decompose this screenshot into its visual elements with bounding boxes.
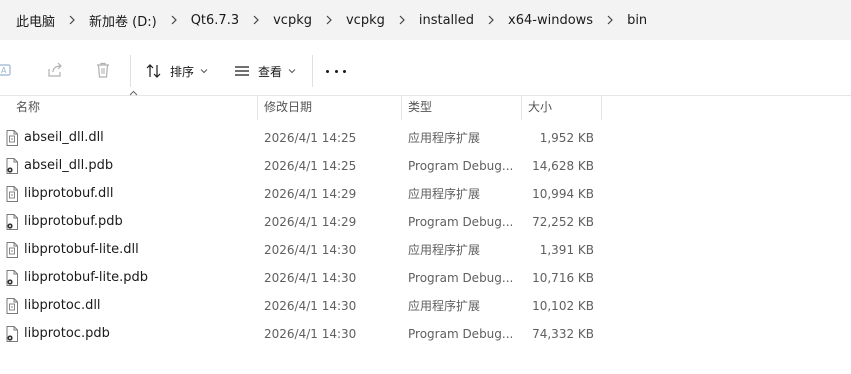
- column-header-size[interactable]: 大小: [528, 96, 552, 120]
- view-button[interactable]: 查看: [234, 59, 296, 83]
- file-type: 应用程序扩展: [408, 131, 481, 145]
- file-size: 1,391 KB: [539, 243, 594, 257]
- breadcrumb-item-x64-windows[interactable]: x64-windows: [508, 0, 593, 40]
- view-label: 查看: [258, 64, 283, 79]
- pdb-file-icon: [6, 214, 18, 230]
- file-row[interactable]: abseil_dll.pdb 2026/4/1 14:25 Program De…: [0, 152, 851, 180]
- file-date: 2026/4/1 14:30: [264, 299, 357, 313]
- file-name: libprotobuf.dll: [24, 186, 114, 201]
- command-bar: A 排序 查看: [0, 46, 851, 96]
- file-date: 2026/4/1 14:25: [264, 159, 357, 173]
- file-row[interactable]: libprotobuf.dll 2026/4/1 14:29 应用程序扩展 10…: [0, 180, 851, 208]
- file-type: Program Debug...: [408, 327, 514, 341]
- breadcrumb-item-qt[interactable]: Qt6.7.3: [191, 0, 239, 40]
- pdb-file-icon: [6, 270, 18, 286]
- breadcrumb-item-this-pc[interactable]: 此电脑: [16, 0, 55, 40]
- rename-icon[interactable]: A: [0, 61, 14, 79]
- file-row[interactable]: libprotoc.pdb 2026/4/1 14:30 Program Deb…: [0, 320, 851, 348]
- file-type: 应用程序扩展: [408, 243, 481, 257]
- file-name: libprotoc.dll: [24, 298, 101, 313]
- column-divider[interactable]: [401, 96, 402, 120]
- file-name: libprotobuf-lite.dll: [24, 242, 139, 257]
- breadcrumb-label: x64-windows: [508, 12, 594, 28]
- file-name: libprotobuf-lite.pdb: [24, 270, 149, 285]
- more-icon[interactable]: [326, 67, 346, 75]
- chevron-down-icon: [288, 69, 296, 74]
- breadcrumb-item-vcpkg-inner[interactable]: vcpkg: [346, 0, 385, 40]
- file-type: 应用程序扩展: [408, 187, 481, 201]
- file-size: 10,716 KB: [532, 271, 594, 285]
- file-size: 72,252 KB: [532, 215, 594, 229]
- sort-icon: [146, 64, 161, 78]
- column-divider[interactable]: [601, 96, 602, 120]
- file-row[interactable]: libprotobuf.pdb 2026/4/1 14:29 Program D…: [0, 208, 851, 236]
- column-header-date[interactable]: 修改日期: [264, 96, 312, 120]
- file-type: 应用程序扩展: [408, 299, 481, 313]
- breadcrumb-label: 此电脑: [16, 14, 56, 30]
- dll-file-icon: [6, 298, 18, 314]
- file-type: Program Debug...: [408, 159, 514, 173]
- view-icon: [235, 66, 249, 76]
- file-size: 10,102 KB: [532, 299, 594, 313]
- breadcrumb-label: vcpkg: [273, 12, 312, 28]
- dll-file-icon: [6, 186, 18, 202]
- column-headers: 名称 修改日期 类型 大小: [0, 90, 851, 120]
- delete-icon[interactable]: [94, 61, 112, 79]
- file-row[interactable]: libprotobuf-lite.pdb 2026/4/1 14:30 Prog…: [0, 264, 851, 292]
- dll-file-icon: [6, 130, 18, 146]
- breadcrumb-item-vcpkg[interactable]: vcpkg: [273, 0, 312, 40]
- breadcrumb-label: 新加卷 (D:): [89, 14, 157, 30]
- chevron-right-icon[interactable]: [157, 15, 191, 25]
- column-divider[interactable]: [521, 96, 522, 120]
- chevron-right-icon[interactable]: [474, 15, 508, 25]
- sort-label: 排序: [170, 64, 195, 79]
- file-date: 2026/4/1 14:29: [264, 215, 357, 229]
- sort-ascending-icon: [129, 90, 138, 96]
- column-header-name[interactable]: 名称: [16, 96, 40, 120]
- file-row[interactable]: libprotobuf-lite.dll 2026/4/1 14:30 应用程序…: [0, 236, 851, 264]
- file-name: abseil_dll.dll: [24, 130, 104, 145]
- file-name: libprotoc.pdb: [24, 326, 110, 341]
- file-date: 2026/4/1 14:30: [264, 243, 357, 257]
- file-type: Program Debug...: [408, 215, 514, 229]
- share-icon[interactable]: [46, 61, 64, 79]
- chevron-right-icon[interactable]: [385, 15, 419, 25]
- file-size: 1,952 KB: [539, 131, 594, 145]
- pdb-file-icon: [6, 158, 18, 174]
- breadcrumb-label: vcpkg: [345, 12, 385, 28]
- file-date: 2026/4/1 14:25: [264, 131, 357, 145]
- chevron-right-icon[interactable]: [312, 15, 346, 25]
- file-row[interactable]: libprotoc.dll 2026/4/1 14:30 应用程序扩展 10,1…: [0, 292, 851, 320]
- chevron-down-icon: [200, 69, 208, 74]
- file-size: 14,628 KB: [532, 159, 594, 173]
- breadcrumb-label: Qt6.7.3: [190, 12, 240, 28]
- file-row[interactable]: abseil_dll.dll 2026/4/1 14:25 应用程序扩展 1,9…: [0, 124, 851, 152]
- breadcrumb-item-installed[interactable]: installed: [419, 0, 474, 40]
- file-name: abseil_dll.pdb: [24, 158, 114, 173]
- file-name: libprotobuf.pdb: [24, 214, 123, 229]
- chevron-right-icon[interactable]: [593, 15, 627, 25]
- file-date: 2026/4/1 14:30: [264, 271, 357, 285]
- breadcrumb-item-bin[interactable]: bin: [627, 0, 647, 40]
- breadcrumb: 此电脑 新加卷 (D:) Qt6.7.3 vcpkg vcpkg install…: [0, 0, 851, 40]
- breadcrumb-label: installed: [418, 12, 475, 28]
- toolbar-divider: [130, 55, 131, 87]
- dll-file-icon: [6, 242, 18, 258]
- sort-button[interactable]: 排序: [146, 59, 208, 83]
- file-type: Program Debug...: [408, 271, 514, 285]
- pdb-file-icon: [6, 326, 18, 342]
- file-date: 2026/4/1 14:29: [264, 187, 357, 201]
- file-size: 74,332 KB: [532, 327, 594, 341]
- column-divider[interactable]: [257, 96, 258, 120]
- file-date: 2026/4/1 14:30: [264, 327, 357, 341]
- file-size: 10,994 KB: [532, 187, 594, 201]
- breadcrumb-item-drive-d[interactable]: 新加卷 (D:): [89, 0, 157, 40]
- column-header-type[interactable]: 类型: [408, 96, 432, 120]
- chevron-right-icon[interactable]: [55, 15, 89, 25]
- toolbar-divider: [312, 55, 313, 87]
- svg-text:A: A: [1, 66, 7, 75]
- chevron-right-icon[interactable]: [239, 15, 273, 25]
- file-list: abseil_dll.dll 2026/4/1 14:25 应用程序扩展 1,9…: [0, 124, 851, 348]
- breadcrumb-label: bin: [627, 12, 648, 28]
